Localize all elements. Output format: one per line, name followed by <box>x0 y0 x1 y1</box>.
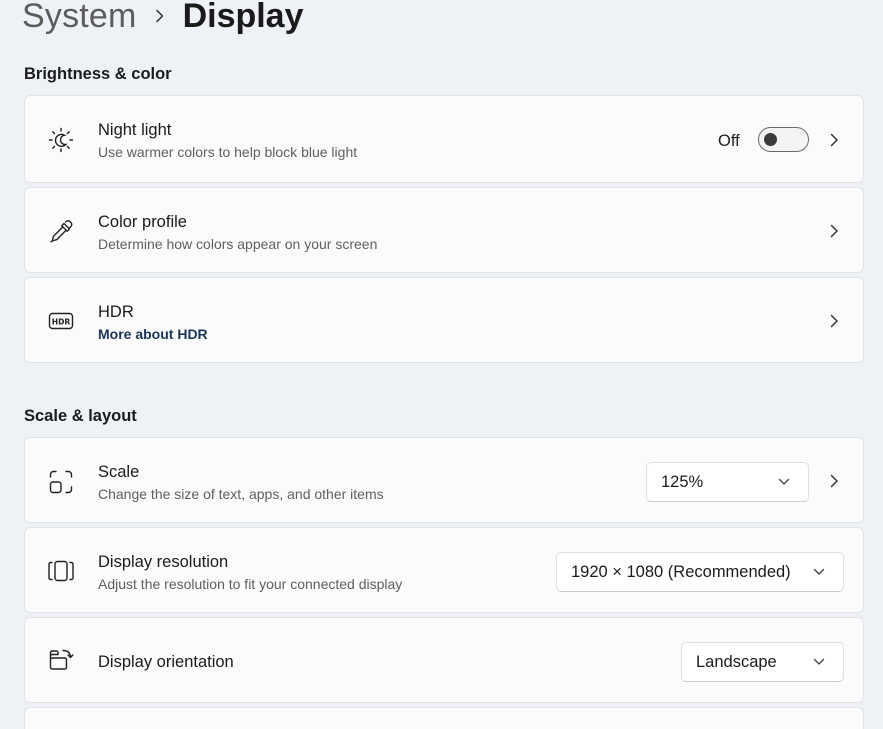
resolution-dropdown[interactable]: 1920 × 1080 (Recommended) <box>556 552 844 592</box>
next-setting-card[interactable] <box>24 707 864 729</box>
resolution-dropdown-value: 1920 × 1080 (Recommended) <box>571 562 791 581</box>
page-title: Display <box>182 0 304 35</box>
color-profile-subtitle: Determine how colors appear on your scre… <box>98 236 378 252</box>
resolution-icon <box>47 557 75 585</box>
orientation-dropdown-value: Landscape <box>696 652 777 671</box>
more-about-hdr-link[interactable]: More about HDR <box>98 326 208 342</box>
breadcrumb-chevron-icon <box>137 9 183 23</box>
breadcrumb: System Display <box>22 0 304 38</box>
scale-dropdown[interactable]: 125% <box>646 462 809 502</box>
night-light-toggle[interactable] <box>758 127 809 152</box>
hdr-title: HDR <box>98 303 134 321</box>
chevron-right-icon[interactable] <box>829 224 839 238</box>
scale-title: Scale <box>98 463 140 481</box>
chevron-right-icon[interactable] <box>829 314 839 328</box>
color-profile-title: Color profile <box>98 213 187 231</box>
color-profile-card[interactable]: Color profile Determine how colors appea… <box>24 187 864 273</box>
orientation-dropdown[interactable]: Landscape <box>681 642 844 682</box>
night-light-subtitle: Use warmer colors to help block blue lig… <box>98 144 358 160</box>
display-orientation-title: Display orientation <box>98 653 234 671</box>
eyedropper-icon <box>47 218 75 246</box>
night-light-state-label: Off <box>718 132 740 150</box>
chevron-down-icon <box>813 568 825 576</box>
display-resolution-subtitle: Adjust the resolution to fit your connec… <box>98 576 403 592</box>
display-orientation-card[interactable]: Display orientation Landscape <box>24 617 864 703</box>
hdr-icon-text: HDR <box>52 318 71 327</box>
toggle-knob <box>764 133 777 146</box>
hdr-icon: HDR <box>47 307 75 335</box>
section-title-brightness: Brightness & color <box>24 65 172 83</box>
hdr-card[interactable]: HDR HDR More about HDR <box>24 277 864 363</box>
section-title-scale: Scale & layout <box>24 407 137 425</box>
scale-subtitle: Change the size of text, apps, and other… <box>98 486 384 502</box>
night-light-card[interactable]: Night light Use warmer colors to help bl… <box>24 95 864 183</box>
night-light-icon <box>47 126 75 154</box>
scale-dropdown-value: 125% <box>661 472 704 491</box>
breadcrumb-system[interactable]: System <box>22 0 137 36</box>
chevron-right-icon[interactable] <box>829 133 839 147</box>
display-resolution-card[interactable]: Display resolution Adjust the resolution… <box>24 527 864 613</box>
scale-icon <box>47 468 75 496</box>
night-light-title: Night light <box>98 121 172 139</box>
orientation-icon <box>47 646 75 674</box>
chevron-right-icon[interactable] <box>829 474 839 488</box>
chevron-down-icon <box>778 478 790 486</box>
chevron-down-icon <box>813 658 825 666</box>
scale-card[interactable]: Scale Change the size of text, apps, and… <box>24 437 864 523</box>
display-resolution-title: Display resolution <box>98 553 229 571</box>
